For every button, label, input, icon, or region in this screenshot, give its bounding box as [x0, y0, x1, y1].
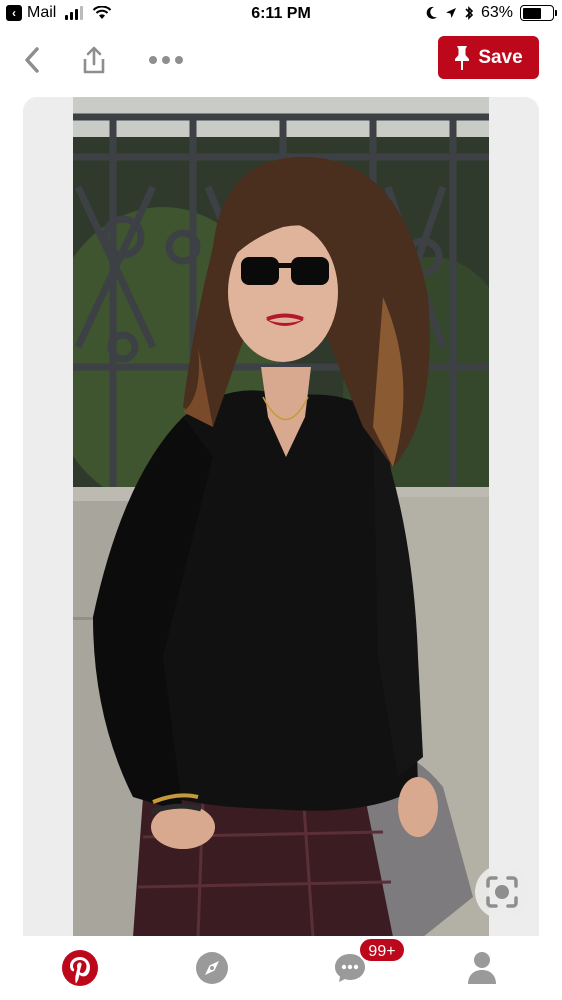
moon-icon — [426, 6, 437, 19]
status-bar: ‹ Mail 6:11 PM 63% — [0, 0, 562, 30]
visual-search-icon — [486, 876, 518, 908]
person-icon — [468, 952, 496, 984]
pinterest-pin-screen: ‹ Mail 6:11 PM 63% Save 99+ — [0, 0, 562, 1000]
battery-level — [522, 7, 541, 19]
battery-icon — [520, 5, 557, 21]
back-button[interactable] — [12, 40, 52, 80]
battery-percent: 63% — [480, 4, 513, 21]
tab-home[interactable] — [60, 948, 100, 988]
share-button[interactable] — [74, 40, 114, 80]
pin-icon — [455, 45, 470, 70]
share-icon — [83, 46, 105, 74]
more-dots-icon — [149, 56, 183, 64]
tab-profile[interactable] — [462, 948, 502, 988]
pinterest-logo-icon — [62, 950, 98, 986]
bluetooth-icon — [465, 6, 474, 20]
more-options-button[interactable] — [145, 40, 187, 80]
compass-icon — [196, 952, 228, 984]
pin-photo-illustration — [73, 97, 489, 937]
status-right: 63% — [426, 4, 557, 22]
bottom-tab-bar: 99+ — [0, 936, 562, 1000]
visual-search-button[interactable] — [475, 865, 529, 919]
pin-toolbar: Save — [0, 30, 562, 86]
location-arrow-icon — [445, 8, 456, 18]
chevron-left-icon — [25, 47, 39, 73]
save-button-label: Save — [478, 46, 523, 68]
pin-card — [23, 97, 539, 997]
save-button[interactable]: Save — [438, 36, 539, 79]
messages-badge: 99+ — [358, 937, 406, 963]
tab-explore[interactable] — [192, 948, 232, 988]
pin-image[interactable] — [73, 97, 489, 937]
